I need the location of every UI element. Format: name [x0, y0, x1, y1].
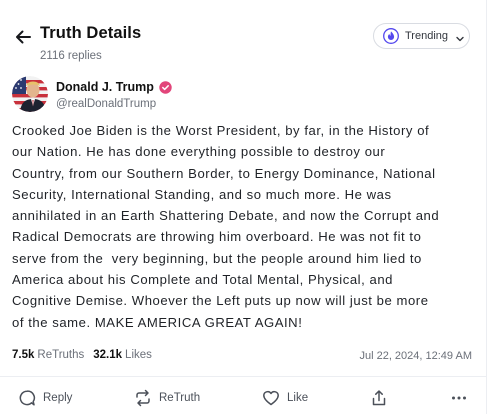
- header: Truth Details 2116 replies Trending: [0, 0, 487, 70]
- retruth-button[interactable]: ReTruth: [134, 388, 200, 408]
- likes-label: Likes: [125, 349, 152, 361]
- verified-badge-icon: [159, 80, 172, 94]
- post-text-line: of the same. MAKE AMERICA GREAT AGAIN!: [12, 314, 303, 330]
- speech-bubble-icon: [19, 390, 36, 406]
- back-button[interactable]: [12, 26, 34, 48]
- post-timestamp[interactable]: Jul 22, 2024, 12:49 AM: [359, 350, 472, 362]
- like-button[interactable]: Like: [262, 388, 308, 408]
- reply-button[interactable]: Reply: [18, 388, 72, 408]
- sort-label: Trending: [405, 30, 449, 42]
- avatar[interactable]: [12, 76, 48, 112]
- reply-count: 2116 replies: [40, 50, 102, 62]
- post-text-line: Crooked Joe Biden is the Worst President…: [12, 123, 430, 138]
- retruth-label: ReTruth: [159, 392, 201, 404]
- like-label: Like: [287, 392, 309, 404]
- post-text-line: Country, from our Southern Border, to En…: [12, 165, 436, 181]
- post-text-line: America about his Complete and Total Men…: [12, 272, 394, 288]
- share-button[interactable]: [370, 388, 388, 408]
- more-dots-icon: [452, 396, 466, 400]
- likes-stat[interactable]: 32.1k Likes: [93, 349, 152, 361]
- chevron-down-icon: [455, 31, 465, 42]
- post-text: Crooked Joe Biden is the Worst President…: [12, 120, 474, 333]
- arrow-left-icon: [16, 30, 31, 44]
- sort-dropdown[interactable]: Trending: [373, 23, 470, 49]
- page-title: Truth Details: [40, 24, 142, 42]
- author-name[interactable]: Donald J. Trump: [56, 80, 172, 94]
- more-options-button[interactable]: [450, 388, 468, 408]
- post-text-line: our Nation. He has done everything possi…: [12, 144, 386, 160]
- author-name-text: Donald J. Trump: [56, 80, 154, 94]
- repost-arrows-icon: [136, 389, 150, 407]
- divider: [0, 376, 487, 377]
- action-bar: Reply ReTruth Like: [0, 388, 487, 410]
- heart-icon: [263, 390, 279, 406]
- reply-label: Reply: [43, 392, 73, 404]
- retruths-label: ReTruths: [37, 349, 85, 361]
- retruths-stat[interactable]: 7.5k ReTruths: [12, 349, 84, 361]
- share-upload-icon: [372, 390, 386, 406]
- retruths-count: 7.5k: [12, 349, 35, 361]
- post-text-line: Cognitive Demise. Whoever the Left puts …: [12, 293, 429, 309]
- post-text-line: Radical Democrats are throwing him overb…: [12, 229, 422, 245]
- trending-flame-icon: [383, 28, 399, 44]
- post-text-line: Security, International Standing, and so…: [12, 186, 392, 202]
- likes-count: 32.1k: [93, 349, 123, 361]
- post-text-line: serve from the very beginning, but the p…: [12, 250, 422, 266]
- post-stats: 7.5k ReTruths 32.1k Likes: [12, 349, 152, 361]
- truth-details-panel: Truth Details 2116 replies Trending Dona…: [0, 0, 487, 414]
- author-handle[interactable]: @realDonaldTrump: [56, 98, 156, 110]
- post-text-line: annihilated in an Earth Shattering Debat…: [12, 208, 440, 224]
